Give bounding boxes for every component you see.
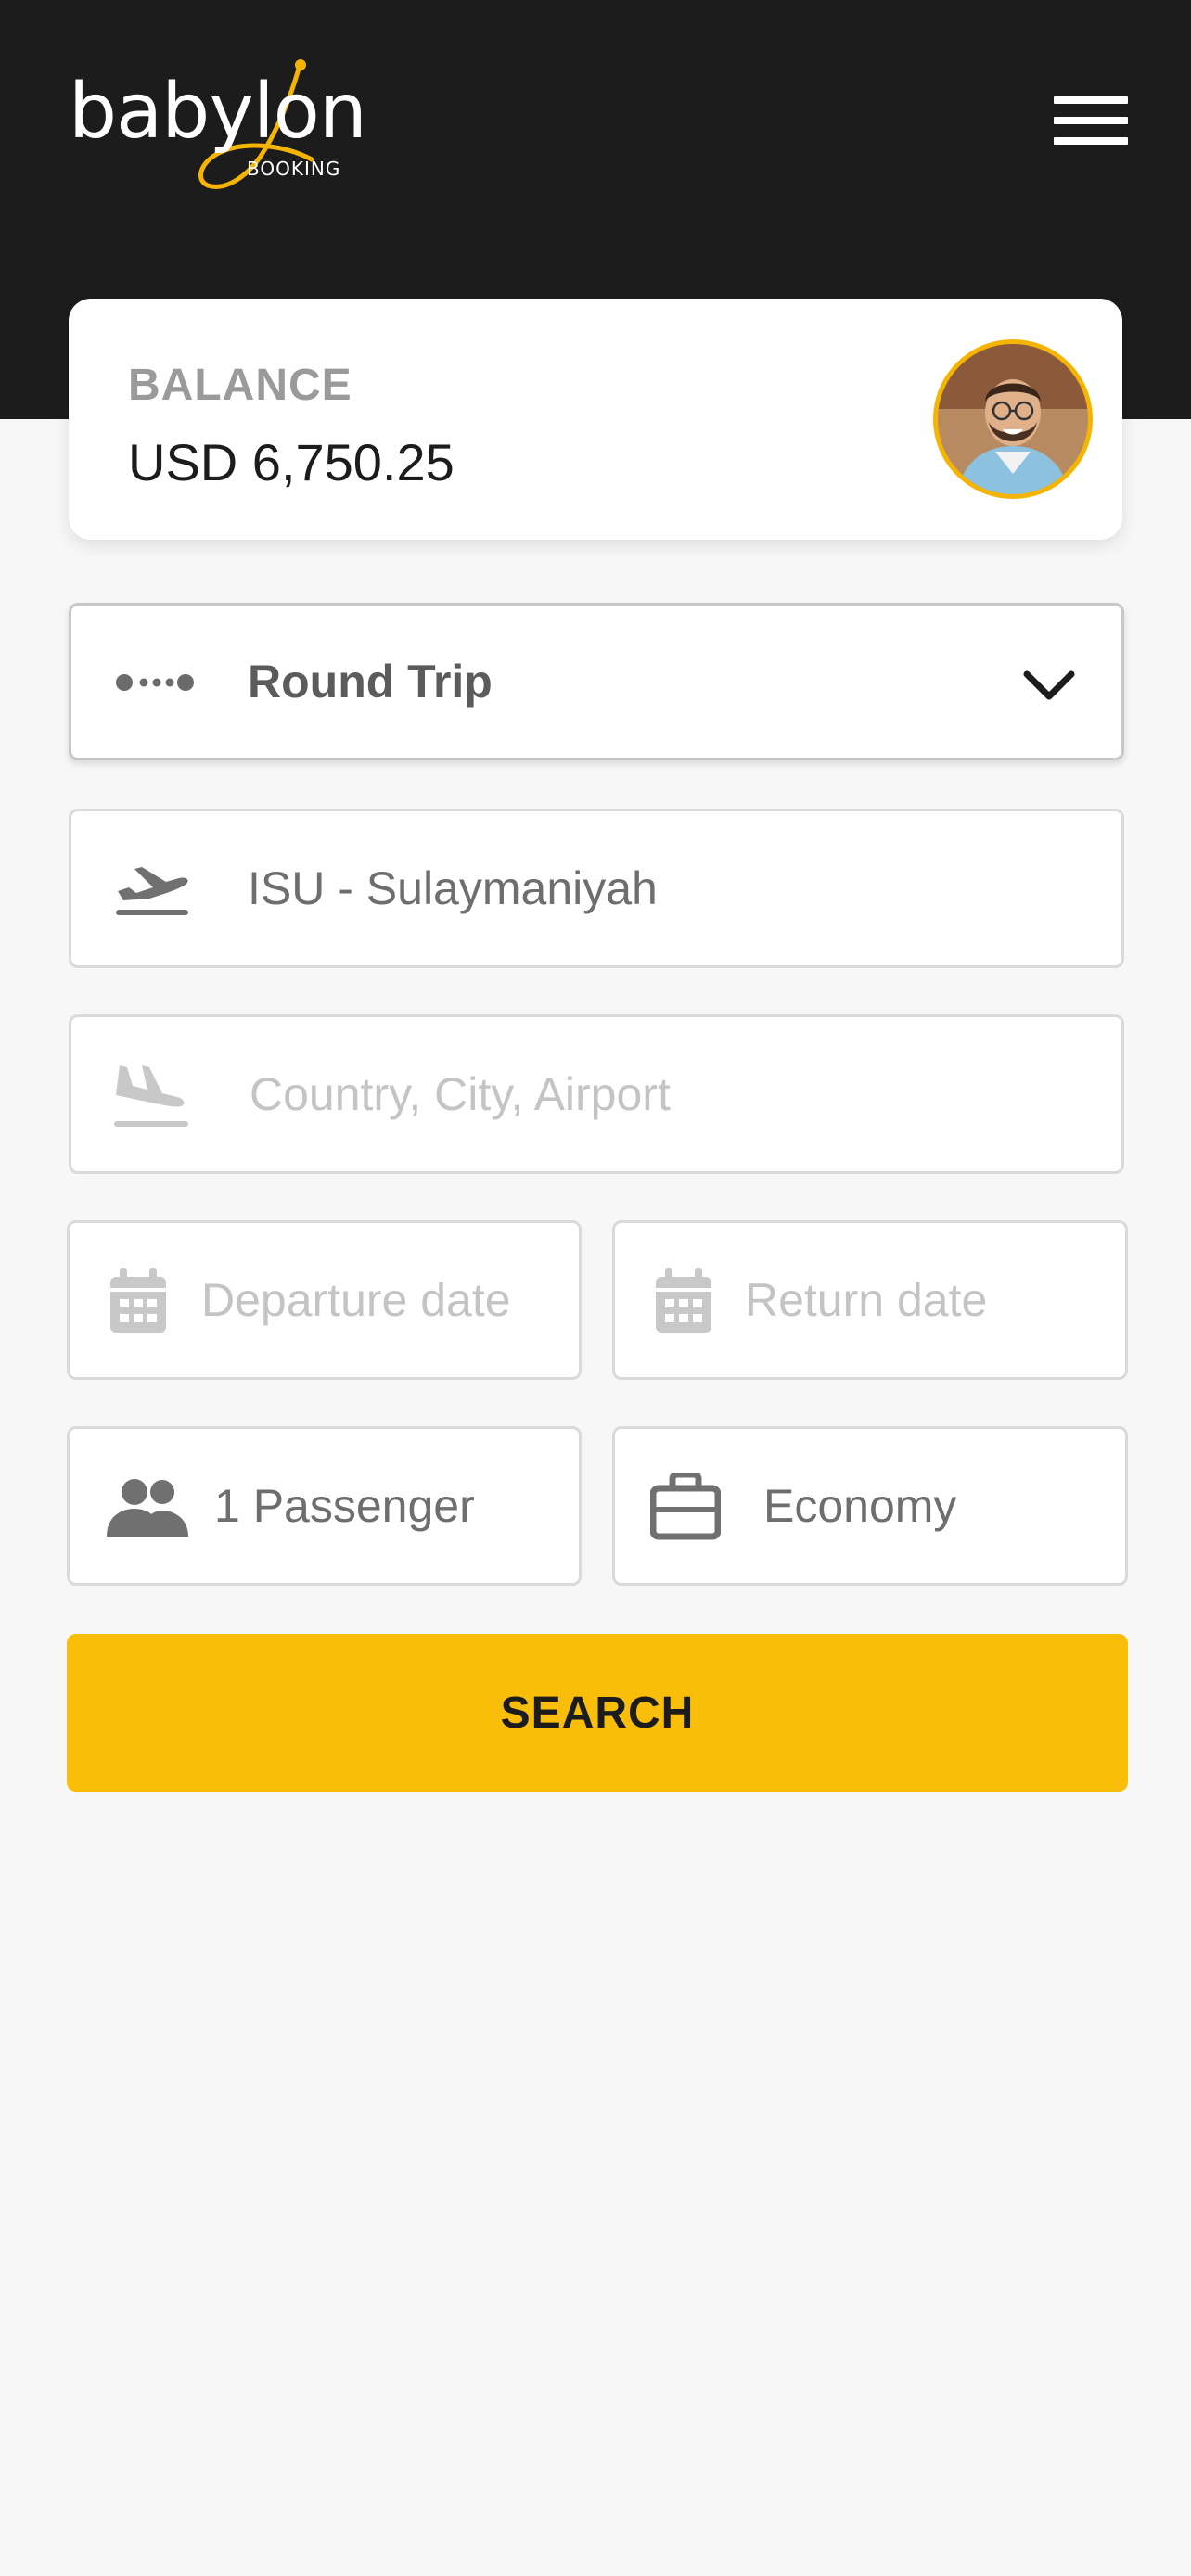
logo-wordmark: babylon	[69, 68, 367, 156]
destination-placeholder: Country, City, Airport	[250, 1068, 671, 1120]
origin-value: ISU - Sulaymaniyah	[248, 862, 658, 914]
babylon-logo[interactable]: babylon BOOKING	[69, 57, 367, 197]
logo-subtitle: BOOKING	[247, 158, 341, 180]
passengers-field[interactable]: 1 Passenger	[67, 1426, 582, 1586]
round-trip-dots-icon	[116, 674, 194, 691]
avatar[interactable]	[933, 339, 1093, 499]
hamburger-menu-icon[interactable]	[1054, 96, 1128, 152]
balance-value: USD 6,750.25	[128, 433, 455, 491]
landing-icon	[114, 1065, 188, 1127]
return-date-field[interactable]: Return date	[612, 1220, 1128, 1380]
departure-date-placeholder: Departure date	[201, 1274, 511, 1326]
return-date-placeholder: Return date	[745, 1274, 988, 1326]
calendar-icon	[110, 1268, 166, 1333]
passengers-icon	[107, 1479, 188, 1537]
trip-type-value: Round Trip	[248, 656, 493, 708]
search-button[interactable]: SEARCH	[67, 1634, 1128, 1792]
chevron-down-icon[interactable]	[1021, 667, 1077, 704]
balance-card: BALANCE USD 6,750.25	[69, 299, 1122, 540]
menu-bar	[1054, 96, 1128, 104]
origin-field[interactable]: ISU - Sulaymaniyah	[69, 809, 1124, 968]
takeoff-icon	[116, 867, 188, 915]
cabin-class-value: Economy	[763, 1480, 957, 1532]
trip-type-select[interactable]: Round Trip	[69, 603, 1124, 760]
calendar-icon	[656, 1268, 711, 1333]
departure-date-field[interactable]: Departure date	[67, 1220, 582, 1380]
menu-bar	[1054, 137, 1128, 145]
menu-bar	[1054, 117, 1128, 124]
user-avatar-icon	[938, 344, 1088, 494]
cabin-class-field[interactable]: Economy	[612, 1426, 1128, 1586]
briefcase-icon	[650, 1473, 721, 1540]
destination-field[interactable]: Country, City, Airport	[69, 1014, 1124, 1174]
balance-label: BALANCE	[128, 361, 352, 410]
passengers-value: 1 Passenger	[214, 1480, 475, 1532]
